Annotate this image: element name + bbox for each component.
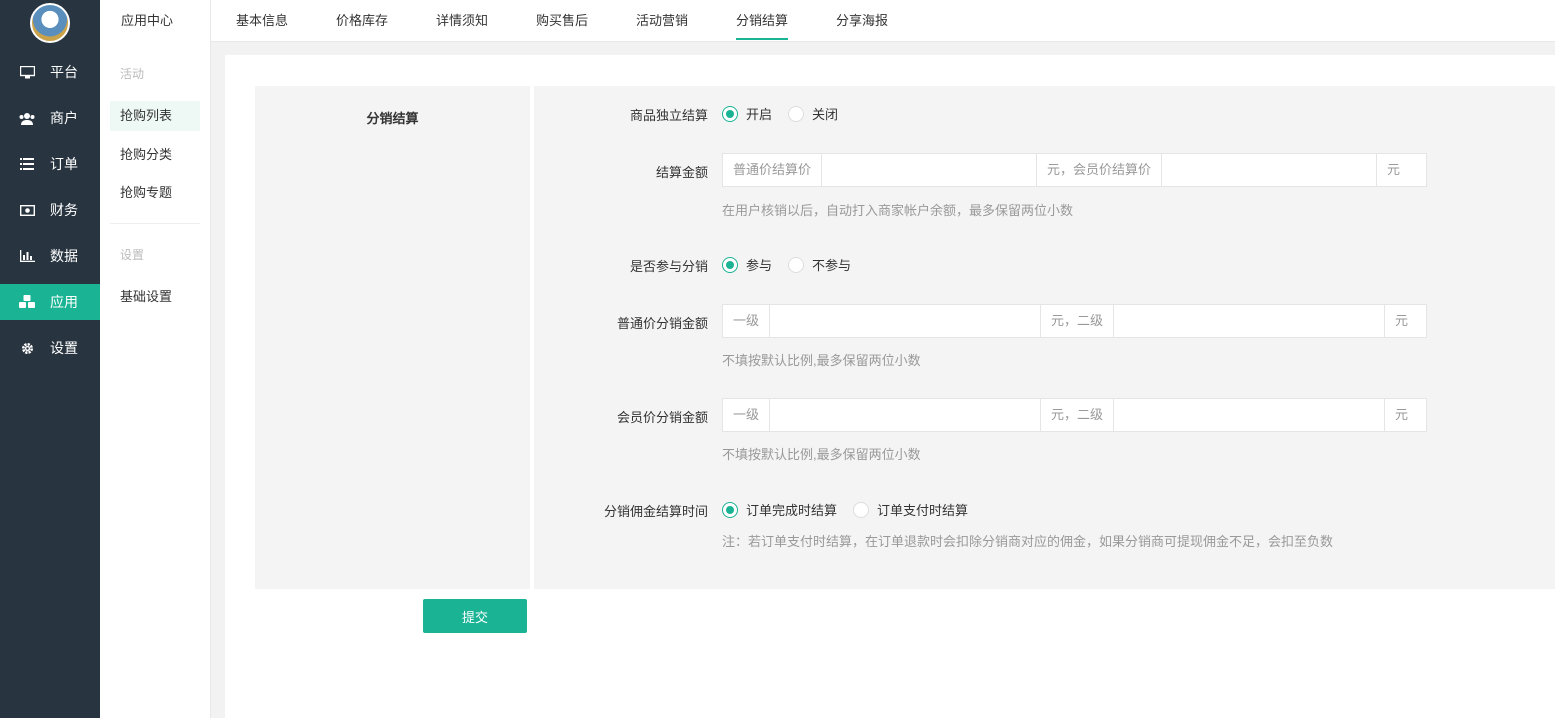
radio-option-join[interactable]: 参与 (722, 255, 772, 274)
section-title: 分销结算 (366, 111, 419, 126)
settle-amount-label: 结算金额 (655, 165, 708, 180)
sub-group-settings: 设置 (120, 248, 145, 262)
radio-option-order-paid[interactable]: 订单支付时结算 (853, 500, 968, 519)
join-distribution-radios: 参与 不参与 (722, 255, 867, 274)
commission-time-hint: 注：若订单支付时结算，在订单退款时会扣除分销商对应的佣金，如果分销商可提现佣金不… (722, 534, 1334, 549)
radio-label: 参与 (746, 258, 773, 273)
radio-label: 不参与 (812, 258, 852, 273)
tab-bar: 基本信息 价格库存 详情须知 购买售后 活动营销 分销结算 分享海报 (211, 0, 1555, 42)
input-suffix: 元 (1384, 399, 1419, 431)
sub-group-activity: 活动 (120, 67, 145, 81)
nav-item-apps[interactable]: 应用 (0, 284, 100, 320)
input-prefix: 一级 (723, 399, 771, 431)
member-level2-input[interactable] (1114, 399, 1385, 431)
input-suffix: 元 (1384, 305, 1419, 337)
join-distribution-label: 是否参与分销 (629, 259, 708, 274)
sub-item-basic-settings[interactable]: 基础设置 (110, 282, 200, 312)
tab-marketing[interactable]: 活动营销 (636, 10, 688, 40)
member-settle-price-input[interactable] (1162, 154, 1377, 186)
form-section-header: 分销结算 (255, 86, 530, 589)
independent-settle-label: 商品独立结算 (629, 108, 708, 123)
divider (110, 223, 200, 224)
member-level1-input[interactable] (770, 399, 1041, 431)
gear-icon (19, 340, 35, 356)
radio-option-order-complete[interactable]: 订单完成时结算 (722, 500, 837, 519)
nav-label: 设置 (50, 340, 78, 356)
radio-on[interactable] (722, 105, 738, 122)
cubes-icon (19, 294, 35, 310)
member-price-distribution-label: 会员价分销金额 (616, 410, 708, 425)
tab-basic-info[interactable]: 基本信息 (236, 10, 288, 40)
radio-order-complete[interactable] (722, 501, 738, 518)
radio-label: 订单支付时结算 (877, 503, 969, 518)
sub-nav: 应用中心 活动 抢购列表 抢购分类 抢购专题 设置 基础设置 (100, 0, 211, 718)
input-prefix: 普通价结算价 (723, 154, 823, 186)
radio-off[interactable] (788, 105, 805, 122)
users-icon (19, 110, 35, 126)
normal-price-distribution-label: 普通价分销金额 (616, 316, 708, 331)
sub-item-flash-list[interactable]: 抢购列表 (110, 101, 200, 131)
radio-label: 订单完成时结算 (746, 503, 838, 518)
nav-label: 订单 (50, 156, 78, 172)
nav-label: 应用 (50, 294, 78, 310)
normal-settle-price-input[interactable] (822, 154, 1037, 186)
radio-label: 关闭 (812, 107, 839, 122)
member-price-distribution-group: 一级 元，二级 元 (722, 398, 1427, 432)
tab-distribution[interactable]: 分销结算 (736, 10, 789, 40)
nav-item-orders[interactable]: 订单 (0, 146, 100, 182)
radio-option-off[interactable]: 关闭 (788, 104, 838, 123)
nav-item-data[interactable]: 数据 (0, 238, 100, 274)
bar-chart-icon (19, 248, 35, 264)
radio-not-join[interactable] (788, 256, 805, 273)
independent-settle-radios: 开启 关闭 (722, 104, 854, 123)
main-nav: 平台 商户 订单 财务 数据 应用 设置 (0, 0, 100, 718)
nav-item-settings[interactable]: 设置 (0, 330, 100, 366)
normal-price-hint: 不填按默认比例,最多保留两位小数 (722, 353, 921, 368)
logo (30, 3, 70, 43)
monitor-icon (19, 64, 35, 80)
normal-price-distribution-group: 一级 元，二级 元 (722, 304, 1427, 338)
normal-level1-input[interactable] (770, 305, 1041, 337)
tab-after-sales[interactable]: 购买售后 (536, 10, 588, 40)
input-suffix: 元 (1376, 154, 1411, 186)
settle-amount-group: 普通价结算价 元，会员价结算价 元 (722, 153, 1427, 187)
radio-join[interactable] (722, 256, 738, 273)
radio-order-paid[interactable] (853, 501, 870, 518)
radio-option-on[interactable]: 开启 (722, 104, 772, 123)
normal-level2-input[interactable] (1114, 305, 1385, 337)
nav-label: 商户 (50, 110, 78, 126)
tab-share-poster[interactable]: 分享海报 (836, 10, 888, 40)
nav-label: 平台 (50, 64, 78, 80)
tab-details[interactable]: 详情须知 (436, 10, 488, 40)
input-mid-addon: 元，会员价结算价 (1036, 154, 1163, 186)
submit-button[interactable]: 提交 (423, 599, 527, 633)
sub-nav-title: 应用中心 (121, 13, 174, 28)
nav-item-finance[interactable]: 财务 (0, 192, 100, 228)
settle-amount-hint: 在用户核销以后，自动打入商家帐户余额，最多保留两位小数 (722, 203, 1074, 218)
sub-item-flash-category[interactable]: 抢购分类 (110, 140, 200, 170)
radio-label: 开启 (746, 107, 773, 122)
member-price-hint: 不填按默认比例,最多保留两位小数 (722, 447, 921, 462)
nav-label: 数据 (50, 248, 78, 264)
input-prefix: 一级 (723, 305, 771, 337)
sub-item-flash-topic[interactable]: 抢购专题 (110, 178, 200, 208)
radio-option-not-join[interactable]: 不参与 (788, 255, 851, 274)
nav-label: 财务 (50, 202, 78, 218)
tab-price-stock[interactable]: 价格库存 (336, 10, 388, 40)
nav-item-merchant[interactable]: 商户 (0, 100, 100, 136)
money-icon (19, 202, 35, 218)
input-mid-addon: 元，二级 (1040, 399, 1115, 431)
commission-time-label: 分销佣金结算时间 (603, 504, 708, 519)
commission-time-radios: 订单完成时结算 订单支付时结算 (722, 500, 984, 519)
list-icon (19, 156, 35, 172)
nav-item-platform[interactable]: 平台 (0, 54, 100, 90)
input-mid-addon: 元，二级 (1040, 305, 1115, 337)
